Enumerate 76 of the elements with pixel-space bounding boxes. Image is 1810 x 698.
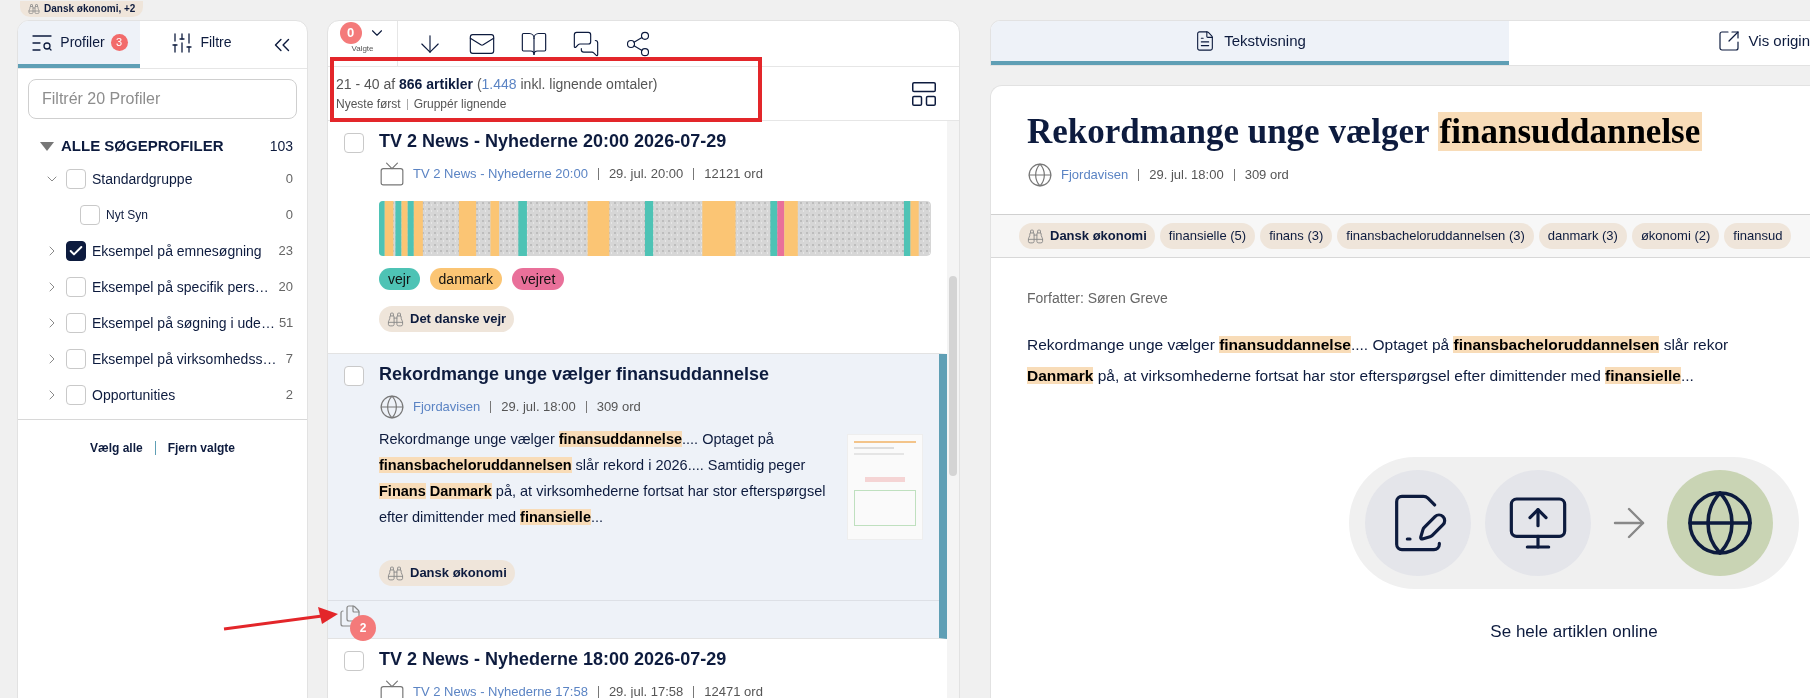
tv-icon bbox=[379, 679, 405, 698]
profile-name[interactable]: Nyt Syn bbox=[106, 206, 282, 224]
panel-tab[interactable]: Profiler 3 bbox=[18, 21, 140, 68]
similar-count-badge: 2 bbox=[350, 615, 376, 641]
external-link-icon bbox=[1716, 29, 1741, 53]
article-heading: Rekordmange unge vælger finansuddannelse bbox=[1027, 111, 1704, 153]
article-title[interactable]: TV 2 News - Nyhederne 18:00 2026-07-29 bbox=[379, 647, 939, 671]
page-thumbnail[interactable] bbox=[847, 434, 923, 540]
profile-count: 20 bbox=[278, 278, 293, 297]
word-count: 309 ord bbox=[1244, 166, 1289, 185]
profile-name[interactable]: Eksempel på virksomhedss… bbox=[92, 348, 282, 370]
result-count: 21 - 40 af 866 artikler (1.448 inkl. lignende omtaler) bbox=[336, 75, 658, 94]
profile-count: 7 bbox=[285, 350, 293, 369]
share-icon[interactable] bbox=[624, 29, 652, 58]
word-count: 309 ord bbox=[596, 398, 641, 417]
checkbox[interactable] bbox=[66, 241, 86, 261]
tree-heading[interactable]: ALLE SØGEPROFILER bbox=[61, 134, 270, 158]
transcript-timeline[interactable] bbox=[379, 201, 931, 256]
author-line: Forfatter: Søren Greve bbox=[1027, 289, 1169, 308]
source-link[interactable]: Fjordavisen bbox=[413, 397, 481, 417]
tv-icon bbox=[379, 161, 405, 187]
profile-chip[interactable]: Dansk økonomi bbox=[379, 560, 515, 586]
keyword-chip[interactable]: finans (3) bbox=[1260, 223, 1333, 249]
view-tab[interactable]: Tekstvisning bbox=[991, 21, 1509, 65]
binoculars-icon bbox=[387, 564, 404, 582]
count-badge: 3 bbox=[110, 34, 128, 51]
keyword-tag[interactable]: vejr bbox=[379, 268, 420, 290]
article-snippet: Rekordmange unge vælger finansuddannelse.... Optaget på finansbacheloruddannelsen slår rekord i 2026.... Samtidig peger Finans Danmark på, at virksomhederne fortsat har stor efterspørgsel efter dimittender med finansielle... bbox=[379, 430, 827, 527]
keyword-chip[interactable]: finansud bbox=[1724, 223, 1792, 249]
article-date: 29. jul. 18:00 bbox=[501, 398, 576, 417]
selection-link[interactable]: Vælg alle bbox=[89, 438, 143, 457]
keyword-chip[interactable]: finansbacheloruddannelsen (3) bbox=[1337, 223, 1534, 249]
article-date: 29. jul. 20:00 bbox=[608, 165, 684, 184]
profile-chip[interactable]: Dansk økonomi, +2 bbox=[20, 1, 144, 17]
profile-name[interactable]: Eksempel på emnesøgning bbox=[92, 240, 275, 262]
profile-name[interactable]: Opportunities bbox=[92, 384, 282, 406]
profile-name[interactable]: Eksempel på specifik pers… bbox=[92, 276, 275, 298]
profile-count: 2 bbox=[285, 386, 293, 405]
selection-link[interactable]: Fjern valgte bbox=[167, 438, 235, 457]
keyword-chip[interactable]: finansielle (5) bbox=[1159, 223, 1256, 249]
profile-name[interactable]: Standardgruppe bbox=[92, 168, 282, 190]
online-link[interactable]: Se hele artiklen online bbox=[1490, 619, 1658, 645]
globe-icon bbox=[379, 394, 405, 420]
keyword-chip[interactable]: danmark (3) bbox=[1538, 223, 1627, 249]
binoculars-icon bbox=[387, 310, 404, 328]
article-title[interactable]: Rekordmange unge vælger finansuddannelse bbox=[379, 362, 939, 386]
source-link[interactable]: TV 2 News - Nyhederne 20:00 bbox=[413, 164, 588, 184]
profile-count: 103 bbox=[269, 136, 293, 156]
word-count: 12471 ord bbox=[704, 683, 763, 698]
keyword-chip[interactable]: økonomi (2) bbox=[1631, 223, 1720, 249]
group-link[interactable]: Gruppér lignende bbox=[413, 95, 507, 113]
keyword-tag[interactable]: vejret bbox=[512, 268, 565, 290]
binoculars-icon bbox=[28, 3, 40, 15]
globe-icon bbox=[1027, 162, 1053, 188]
article-text: Danmark på, at virksomhederne fortsat har stor efterspørgsel efter dimittender med finansielle... bbox=[1027, 366, 1695, 386]
article-card[interactable] bbox=[328, 354, 947, 639]
article-title[interactable]: TV 2 News - Nyhederne 20:00 2026-07-29 bbox=[379, 129, 939, 153]
word-count: 12121 ord bbox=[704, 165, 763, 184]
sort-link[interactable]: Nyeste først bbox=[336, 95, 401, 113]
binoculars-icon bbox=[1027, 227, 1044, 245]
keyword-tag[interactable]: danmark bbox=[429, 268, 503, 290]
chat-icon[interactable] bbox=[572, 29, 600, 58]
selected-label: Valgte bbox=[351, 44, 374, 54]
scrollbar[interactable] bbox=[947, 121, 959, 698]
article-text: Rekordmange unge vælger finansuddannelse.... Optaget på finansbacheloruddannelsen slår rekor bbox=[1027, 335, 1730, 355]
filter-field[interactable]: Filtrér 20 Profiler bbox=[28, 79, 297, 119]
profile-count: 0 bbox=[285, 170, 293, 189]
profile-count: 51 bbox=[278, 314, 294, 333]
profile-count: 23 bbox=[278, 242, 293, 261]
profile-chip[interactable]: Det danske vejr bbox=[379, 306, 515, 332]
article-date: 29. jul. 18:00 bbox=[1149, 166, 1224, 185]
source-link[interactable]: Fjordavisen bbox=[1061, 165, 1129, 185]
triangle-down-icon[interactable] bbox=[40, 141, 54, 151]
profile-count: 0 bbox=[285, 206, 293, 225]
profile-name[interactable]: Eksempel på søgning i ude… bbox=[92, 312, 275, 334]
profile-chip[interactable]: Dansk økonomi bbox=[1019, 223, 1155, 249]
